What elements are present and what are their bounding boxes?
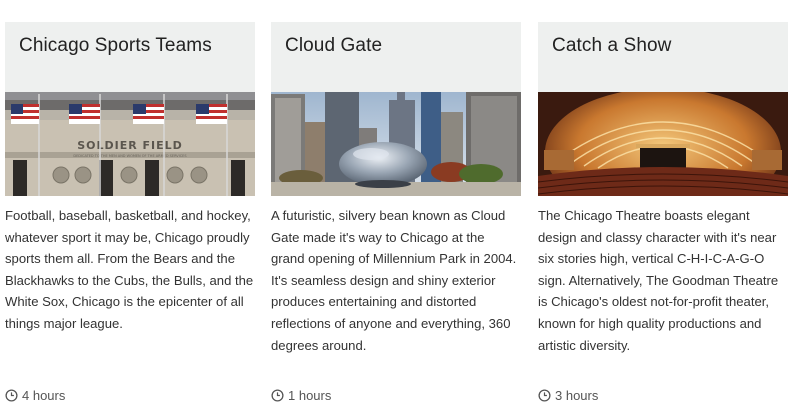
card-description: Football, baseball, basketball, and hock…: [5, 208, 254, 331]
card-header: Catch a Show: [538, 22, 788, 92]
theatre-image[interactable]: [538, 92, 788, 196]
clock-icon: [5, 388, 18, 402]
card-catch-a-show[interactable]: Catch a Show The Chicago Theatre boasts …: [538, 0, 788, 410]
duration-label: 4 hours: [22, 387, 66, 403]
soldier-field-image[interactable]: SOLDIER FIELD DEDICATED TO THE MEN AND W…: [5, 92, 255, 196]
duration-label: 3 hours: [555, 387, 599, 403]
card-description: The Chicago Theatre boasts elegant desig…: [538, 208, 779, 353]
card-duration: 3 hours: [538, 386, 598, 404]
card-chicago-sports-teams[interactable]: Chicago Sports Teams SOLDIER FIELD DEDIC…: [5, 0, 255, 410]
card-duration: 1 hours: [271, 386, 331, 404]
cloud-gate-image[interactable]: [271, 92, 521, 196]
card-header: Cloud Gate: [271, 22, 521, 92]
card-title[interactable]: Cloud Gate: [285, 35, 507, 57]
card-title[interactable]: Catch a Show: [552, 35, 774, 57]
soldier-field-caption: SOLDIER FIELD: [77, 139, 183, 152]
card-header: Chicago Sports Teams: [5, 22, 255, 92]
card-duration: 4 hours: [5, 386, 65, 404]
card-cloud-gate[interactable]: Cloud Gate A futuristic, silvery bean kn…: [271, 0, 521, 410]
clock-icon: [271, 388, 284, 402]
card-title[interactable]: Chicago Sports Teams: [19, 35, 241, 57]
soldier-field-subcaption: DEDICATED TO THE MEN AND WOMEN OF THE AR…: [73, 154, 187, 158]
card-description: A futuristic, silvery bean known as Clou…: [271, 208, 517, 353]
clock-icon: [538, 388, 551, 402]
duration-label: 1 hours: [288, 387, 332, 403]
